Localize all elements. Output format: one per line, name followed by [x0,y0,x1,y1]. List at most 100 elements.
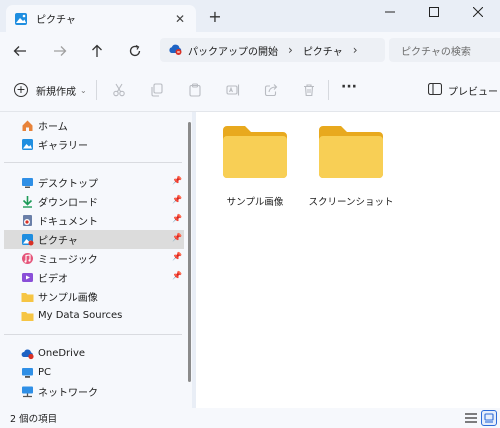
title-bar: ピクチャ ✕ + [0,0,500,32]
tab-pictures[interactable]: ピクチャ ✕ [6,5,196,32]
rename-button[interactable] [224,81,242,99]
folder-icon [319,126,383,178]
up-button[interactable] [87,41,107,61]
close-icon [473,7,483,17]
new-button[interactable]: + 新規作成 ⌄ [14,81,87,99]
refresh-button[interactable] [125,41,145,61]
preview-pane-icon [427,82,443,98]
home-icon [20,119,34,133]
sidebar-divider [4,162,182,163]
folder-icon [20,290,34,304]
download-icon [20,195,34,209]
folder-label: サンプル画像 [226,197,284,208]
sidebar-divider [4,334,182,335]
list-view-icon [465,413,477,423]
minimize-icon [385,11,395,13]
sidebar-item-pc[interactable]: PC [4,363,184,382]
backup-status-icon [168,42,182,59]
sidebar-item-desktop[interactable]: デスクトップ 📌 [4,173,184,192]
pin-icon[interactable]: 📌 [172,233,182,242]
forward-button[interactable] [50,41,70,61]
refresh-icon [129,44,141,57]
back-button[interactable] [10,41,30,61]
chevron-down-icon: ⌄ [80,85,87,95]
pin-icon[interactable]: 📌 [172,252,182,261]
minimize-button[interactable] [368,0,412,24]
preview-pane-button[interactable]: プレビュー [427,81,498,99]
sidebar-item-onedrive[interactable]: OneDrive [4,344,184,363]
tiles-view-icon [484,413,494,423]
sidebar-item-pictures[interactable]: ピクチャ 📌 [4,230,184,249]
sidebar-item-videos[interactable]: ビデオ 📌 [4,268,184,287]
maximize-icon [429,7,439,17]
plus-icon: + [14,83,28,97]
new-button-label: 新規作成 [36,86,76,98]
sidebar-item-downloads[interactable]: ダウンロード 📌 [4,192,184,211]
folder-item[interactable]: サンプル画像 [210,124,300,214]
toolbar-divider [328,80,329,100]
sidebar-item-gallery[interactable]: ギャラリー [4,135,184,154]
chevron-right-icon[interactable]: › [353,43,358,57]
rename-icon [226,84,240,96]
maximize-button[interactable] [412,0,456,24]
search-input[interactable]: ピクチャの検索 [389,38,500,62]
new-tab-button[interactable]: + [206,8,224,26]
folder-label: スクリーンショット [308,197,394,208]
status-bar: 2 個の項目 [0,408,500,428]
breadcrumb-pictures[interactable]: ピクチャ [303,43,343,58]
more-options-button[interactable]: ··· [339,80,359,99]
documents-icon [20,214,34,228]
toolbar-divider [96,80,97,100]
sidebar-item-sample-images[interactable]: サンプル画像 [4,287,184,306]
paste-button[interactable] [186,81,204,99]
share-button[interactable] [262,81,280,99]
command-bar: + 新規作成 ⌄ ··· プレビュー [0,68,500,112]
folder-icon [223,126,287,178]
tiles-view-button[interactable] [481,410,497,426]
desktop-icon [20,176,34,190]
paste-icon [189,83,201,97]
tab-title: ピクチャ [36,15,76,26]
details-view-button[interactable] [463,410,479,426]
trash-icon [304,84,314,97]
pin-icon[interactable]: 📌 [172,195,182,204]
copy-icon [151,83,163,97]
gallery-icon [20,138,34,152]
sidebar-item-home[interactable]: ホーム [4,116,184,135]
pictures-icon [20,233,34,247]
video-icon [20,271,34,285]
delete-button[interactable] [300,81,318,99]
navigation-pane: ホーム ギャラリー デスクトップ 📌 ダウンロード 📌 ドキュメント 📌 ピクチ… [0,112,192,408]
pin-icon[interactable]: 📌 [172,214,182,223]
sidebar-scrollbar[interactable] [188,122,191,382]
arrow-right-icon [54,46,67,56]
arrow-up-icon [92,44,102,57]
chevron-right-icon[interactable]: › [288,43,293,57]
file-list: サンプル画像 スクリーンショット [196,112,500,408]
breadcrumb-backup[interactable]: パックアップの開始 [188,43,278,58]
pin-icon[interactable]: 📌 [172,271,182,280]
pc-icon [20,366,34,380]
close-window-button[interactable] [456,0,500,24]
sidebar-item-documents[interactable]: ドキュメント 📌 [4,211,184,230]
close-tab-icon[interactable]: ✕ [172,12,188,26]
music-icon [20,252,34,266]
address-bar[interactable]: パックアップの開始 › ピクチャ › [160,38,385,62]
sidebar-item-network[interactable]: ネットワーク [4,382,184,401]
share-icon [264,84,278,97]
arrow-left-icon [13,46,26,56]
network-icon [20,385,34,399]
sidebar-item-my-data-sources[interactable]: My Data Sources [4,306,184,325]
navigation-bar: パックアップの開始 › ピクチャ › ピクチャの検索 [0,32,500,68]
pictures-icon [14,12,28,26]
copy-button[interactable] [148,81,166,99]
preview-label: プレビュー [448,86,498,98]
scissors-icon [113,83,125,97]
sidebar-item-music[interactable]: ミュージック 📌 [4,249,184,268]
cut-button[interactable] [110,81,128,99]
item-count: 2 個の項目 [10,414,58,425]
onedrive-icon [20,347,34,361]
folder-item[interactable]: スクリーンショット [306,124,396,214]
pin-icon[interactable]: 📌 [172,176,182,185]
folder-icon [20,309,34,323]
